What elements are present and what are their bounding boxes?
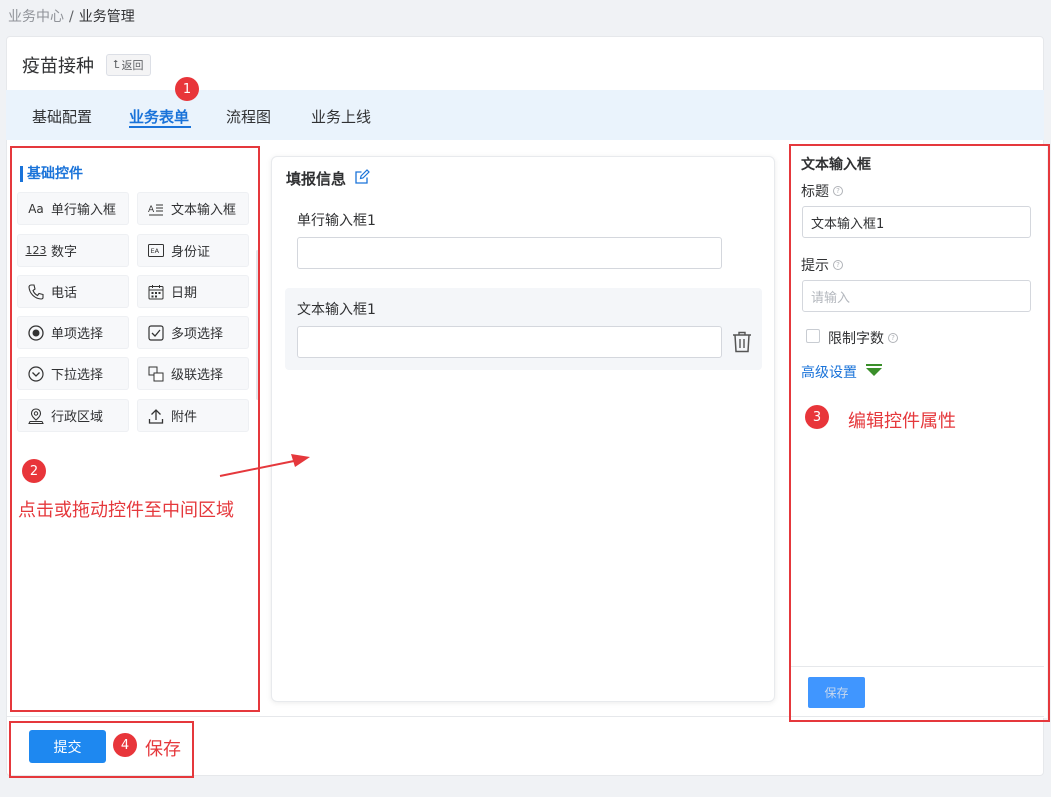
breadcrumb-current: 业务管理 <box>78 9 135 25</box>
annotation-badge-2: 2 <box>22 459 46 483</box>
annotation-badge-3: 3 <box>805 405 829 429</box>
annotation-badge-1: 1 <box>175 77 199 101</box>
breadcrumb: 业务中心 / 业务管理 <box>8 6 135 26</box>
annotation-box-controls <box>10 146 260 712</box>
tab-business-online[interactable]: 业务上线 <box>311 106 371 127</box>
page-title: 疫苗接种 <box>22 56 94 77</box>
trash-icon[interactable] <box>732 331 752 353</box>
single-line-input-preview[interactable] <box>297 237 722 269</box>
back-button[interactable]: ⮤ 返回 <box>106 54 151 76</box>
annotation-save-hint: 保存 <box>145 739 181 760</box>
breadcrumb-separator: / <box>69 9 74 25</box>
tab-business-form[interactable]: 业务表单 <box>129 106 189 127</box>
back-arrow-icon: ⮤ <box>113 58 120 71</box>
field-label-single-line: 单行输入框1 <box>297 213 376 229</box>
tab-flowchart[interactable]: 流程图 <box>226 106 271 127</box>
annotation-arrow <box>219 454 310 477</box>
form-title: 填报信息 <box>286 168 370 189</box>
annotation-drag-hint: 点击或拖动控件至中间区域 <box>18 500 234 521</box>
breadcrumb-parent[interactable]: 业务中心 <box>8 9 64 25</box>
edit-icon[interactable] <box>354 168 370 189</box>
title-row: 疫苗接种 ⮤ 返回 <box>22 52 151 78</box>
form-title-text: 填报信息 <box>286 170 347 188</box>
back-button-label: 返回 <box>121 59 144 72</box>
active-tab-indicator <box>129 126 191 128</box>
tab-basic-config[interactable]: 基础配置 <box>32 106 92 127</box>
annotation-box-properties <box>789 144 1050 722</box>
annotation-edit-hint: 编辑控件属性 <box>848 411 956 432</box>
textarea-input-preview[interactable] <box>297 326 722 358</box>
field-label-textarea: 文本输入框1 <box>297 302 376 318</box>
annotation-badge-4: 4 <box>113 733 137 757</box>
